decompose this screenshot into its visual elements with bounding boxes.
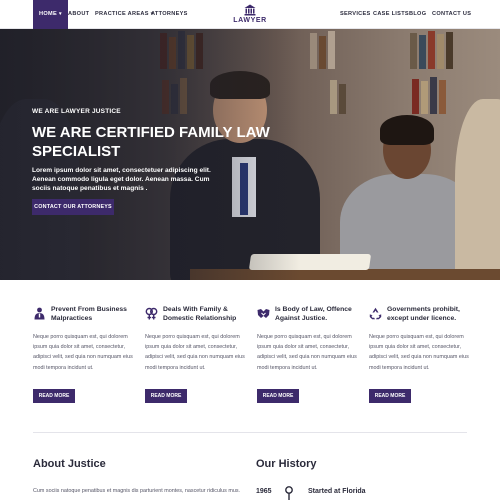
feature-text: Neque porro quisquam est, qui dolorem ip… — [145, 334, 245, 371]
chevron-down-icon: ▾ — [58, 11, 62, 17]
nav-attorneys[interactable]: ATTORNEYS — [151, 0, 188, 29]
about-title: About Justice — [33, 458, 106, 470]
hero-kicker: WE ARE LAWYER JUSTICE — [32, 108, 121, 115]
about-text: Cum sociis natoque penatibus et magnis d… — [33, 488, 241, 494]
hero-title: WE ARE CERTIFIED FAMILY LAW SPECIALIST — [32, 124, 270, 160]
read-more-button[interactable]: READ MORE — [257, 389, 299, 403]
read-more-button[interactable]: READ MORE — [369, 389, 411, 403]
nav-services[interactable]: SERVICES — [340, 0, 371, 29]
timeline-pin-icon — [285, 486, 293, 500]
site-logo[interactable]: LAWYER — [228, 4, 272, 28]
nav-contact-us[interactable]: CONTACT US — [432, 0, 471, 29]
feature-title: Prevent From Business Malpractices — [51, 306, 127, 322]
history-title: Our History — [256, 458, 317, 470]
history-event: Started at Florida — [308, 488, 366, 495]
feature-title: Is Body of Law, Offence Against Justice. — [275, 306, 352, 322]
nav-blog[interactable]: BLOG — [409, 0, 426, 29]
feature-title: Deals With Family & Domestic Relationshi… — [163, 306, 237, 322]
nav-practice-areas-label: PRACTICE AREAS — [95, 11, 149, 17]
person-right-figure — [455, 99, 500, 280]
nav-home-label: HOME — [39, 11, 57, 17]
logo-text: LAWYER — [233, 17, 267, 24]
read-more-button[interactable]: READ MORE — [33, 389, 75, 403]
history-year: 1965 — [256, 488, 272, 495]
client-hair — [380, 115, 434, 145]
section-divider — [33, 432, 467, 433]
top-navigation: HOME ▾ ABOUT PRACTICE AREAS ▾ ATTORNEYS LA… — [0, 0, 500, 29]
nav-home[interactable]: HOME ▾ — [33, 0, 68, 29]
feature-text: Neque porro quisquam est, qui dolorem ip… — [369, 334, 469, 371]
read-more-button[interactable]: READ MORE — [145, 389, 187, 403]
feature-text: Neque porro quisquam est, qui dolorem ip… — [33, 334, 133, 371]
feature-text: Neque porro quisquam est, qui dolorem ip… — [257, 334, 357, 371]
nav-practice-areas[interactable]: PRACTICE AREAS ▾ — [95, 0, 154, 29]
nav-case-lists[interactable]: CASE LISTS — [373, 0, 409, 29]
hero-text: Lorem ipsum dolor sit amet, consectetuer… — [32, 167, 211, 192]
lawyer-icon — [34, 307, 45, 320]
gender-icon — [145, 307, 158, 320]
handshake-icon — [257, 309, 270, 318]
hero-banner: WE ARE LAWYER JUSTICE WE ARE CERTIFIED F… — [0, 29, 500, 280]
feature-title: Governments prohibit, except under licen… — [387, 306, 460, 322]
courthouse-icon — [244, 4, 256, 16]
nav-about[interactable]: ABOUT — [68, 0, 89, 29]
recycle-icon — [369, 307, 382, 320]
contact-attorneys-button[interactable]: CONTACT OUR ATTORNEYS — [32, 199, 114, 215]
